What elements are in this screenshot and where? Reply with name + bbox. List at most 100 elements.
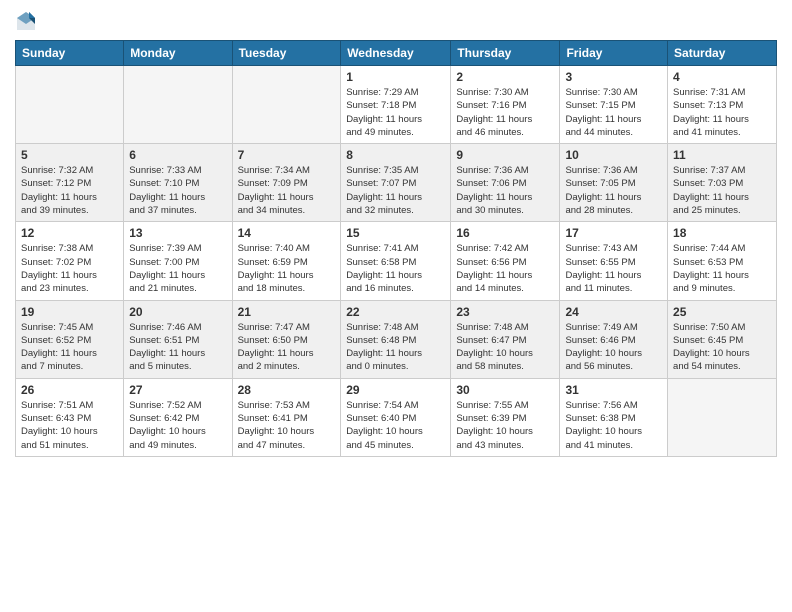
day-number: 18 (673, 226, 771, 240)
calendar-cell (124, 66, 232, 144)
day-info: Sunrise: 7:50 AMSunset: 6:45 PMDaylight:… (673, 321, 771, 374)
week-row-1: 1 Sunrise: 7:29 AMSunset: 7:18 PMDaylight… (16, 66, 777, 144)
day-number: 11 (673, 148, 771, 162)
day-number: 14 (238, 226, 336, 240)
calendar-cell: 7 Sunrise: 7:34 AMSunset: 7:09 PMDaylight… (232, 144, 341, 222)
logo-icon (15, 10, 37, 32)
day-info: Sunrise: 7:56 AMSunset: 6:38 PMDaylight:… (565, 399, 662, 452)
day-number: 30 (456, 383, 554, 397)
calendar-cell: 27 Sunrise: 7:52 AMSunset: 6:42 PMDayligh… (124, 378, 232, 456)
week-row-3: 12 Sunrise: 7:38 AMSunset: 7:02 PMDayligh… (16, 222, 777, 300)
logo (15, 10, 41, 32)
weekday-header-saturday: Saturday (668, 41, 777, 66)
day-info: Sunrise: 7:42 AMSunset: 6:56 PMDaylight:… (456, 242, 554, 295)
day-info: Sunrise: 7:55 AMSunset: 6:39 PMDaylight:… (456, 399, 554, 452)
calendar-cell: 8 Sunrise: 7:35 AMSunset: 7:07 PMDaylight… (341, 144, 451, 222)
calendar-cell: 12 Sunrise: 7:38 AMSunset: 7:02 PMDayligh… (16, 222, 124, 300)
day-number: 25 (673, 305, 771, 319)
day-info: Sunrise: 7:34 AMSunset: 7:09 PMDaylight:… (238, 164, 336, 217)
day-info: Sunrise: 7:46 AMSunset: 6:51 PMDaylight:… (129, 321, 226, 374)
day-info: Sunrise: 7:38 AMSunset: 7:02 PMDaylight:… (21, 242, 118, 295)
day-number: 19 (21, 305, 118, 319)
day-info: Sunrise: 7:54 AMSunset: 6:40 PMDaylight:… (346, 399, 445, 452)
calendar-cell: 20 Sunrise: 7:46 AMSunset: 6:51 PMDayligh… (124, 300, 232, 378)
calendar-cell: 17 Sunrise: 7:43 AMSunset: 6:55 PMDayligh… (560, 222, 668, 300)
calendar-cell: 2Sunrise: 7:30 AMSunset: 7:16 PMDaylight… (451, 66, 560, 144)
day-info: Sunrise: 7:43 AMSunset: 6:55 PMDaylight:… (565, 242, 662, 295)
calendar-cell: 21Sunrise: 7:47 AMSunset: 6:50 PMDayligh… (232, 300, 341, 378)
day-number: 9 (456, 148, 554, 162)
calendar: SundayMondayTuesdayWednesdayThursdayFrid… (15, 40, 777, 457)
day-info: Sunrise: 7:30 AMSunset: 7:15 PMDaylight:… (565, 86, 662, 139)
weekday-header-friday: Friday (560, 41, 668, 66)
calendar-cell: 9Sunrise: 7:36 AMSunset: 7:06 PMDaylight… (451, 144, 560, 222)
calendar-cell: 24 Sunrise: 7:49 AMSunset: 6:46 PMDayligh… (560, 300, 668, 378)
day-number: 10 (565, 148, 662, 162)
weekday-header-tuesday: Tuesday (232, 41, 341, 66)
calendar-cell: 5Sunrise: 7:32 AMSunset: 7:12 PMDaylight… (16, 144, 124, 222)
day-number: 15 (346, 226, 445, 240)
day-number: 20 (129, 305, 226, 319)
calendar-cell: 16 Sunrise: 7:42 AMSunset: 6:56 PMDayligh… (451, 222, 560, 300)
calendar-cell: 15Sunrise: 7:41 AMSunset: 6:58 PMDayligh… (341, 222, 451, 300)
week-row-4: 19 Sunrise: 7:45 AMSunset: 6:52 PMDayligh… (16, 300, 777, 378)
day-number: 3 (565, 70, 662, 84)
day-number: 1 (346, 70, 445, 84)
day-number: 7 (238, 148, 336, 162)
day-info: Sunrise: 7:35 AMSunset: 7:07 PMDaylight:… (346, 164, 445, 217)
calendar-cell: 19 Sunrise: 7:45 AMSunset: 6:52 PMDayligh… (16, 300, 124, 378)
calendar-cell: 22Sunrise: 7:48 AMSunset: 6:48 PMDayligh… (341, 300, 451, 378)
calendar-cell: 13Sunrise: 7:39 AMSunset: 7:00 PMDayligh… (124, 222, 232, 300)
calendar-cell: 3 Sunrise: 7:30 AMSunset: 7:15 PMDaylight… (560, 66, 668, 144)
weekday-header-wednesday: Wednesday (341, 41, 451, 66)
week-row-5: 26Sunrise: 7:51 AMSunset: 6:43 PMDayligh… (16, 378, 777, 456)
day-number: 17 (565, 226, 662, 240)
day-info: Sunrise: 7:32 AMSunset: 7:12 PMDaylight:… (21, 164, 118, 217)
day-number: 2 (456, 70, 554, 84)
calendar-cell: 31 Sunrise: 7:56 AMSunset: 6:38 PMDayligh… (560, 378, 668, 456)
page-container: SundayMondayTuesdayWednesdayThursdayFrid… (0, 0, 792, 467)
calendar-cell: 26Sunrise: 7:51 AMSunset: 6:43 PMDayligh… (16, 378, 124, 456)
calendar-cell: 11 Sunrise: 7:37 AMSunset: 7:03 PMDayligh… (668, 144, 777, 222)
day-info: Sunrise: 7:52 AMSunset: 6:42 PMDaylight:… (129, 399, 226, 452)
header (15, 10, 777, 32)
day-info: Sunrise: 7:33 AMSunset: 7:10 PMDaylight:… (129, 164, 226, 217)
calendar-cell: 4 Sunrise: 7:31 AMSunset: 7:13 PMDaylight… (668, 66, 777, 144)
calendar-cell: 28 Sunrise: 7:53 AMSunset: 6:41 PMDayligh… (232, 378, 341, 456)
day-number: 23 (456, 305, 554, 319)
day-number: 24 (565, 305, 662, 319)
calendar-cell (16, 66, 124, 144)
weekday-header-row: SundayMondayTuesdayWednesdayThursdayFrid… (16, 41, 777, 66)
calendar-cell (232, 66, 341, 144)
day-number: 29 (346, 383, 445, 397)
weekday-header-monday: Monday (124, 41, 232, 66)
calendar-cell: 10 Sunrise: 7:36 AMSunset: 7:05 PMDayligh… (560, 144, 668, 222)
day-info: Sunrise: 7:45 AMSunset: 6:52 PMDaylight:… (21, 321, 118, 374)
day-number: 21 (238, 305, 336, 319)
day-number: 27 (129, 383, 226, 397)
day-info: Sunrise: 7:40 AMSunset: 6:59 PMDaylight:… (238, 242, 336, 295)
weekday-header-sunday: Sunday (16, 41, 124, 66)
day-number: 6 (129, 148, 226, 162)
day-number: 28 (238, 383, 336, 397)
day-info: Sunrise: 7:48 AMSunset: 6:47 PMDaylight:… (456, 321, 554, 374)
calendar-cell: 23 Sunrise: 7:48 AMSunset: 6:47 PMDayligh… (451, 300, 560, 378)
day-number: 16 (456, 226, 554, 240)
day-info: Sunrise: 7:44 AMSunset: 6:53 PMDaylight:… (673, 242, 771, 295)
calendar-cell: 1 Sunrise: 7:29 AMSunset: 7:18 PMDaylight… (341, 66, 451, 144)
day-number: 8 (346, 148, 445, 162)
day-number: 12 (21, 226, 118, 240)
day-number: 31 (565, 383, 662, 397)
calendar-cell: 29 Sunrise: 7:54 AMSunset: 6:40 PMDayligh… (341, 378, 451, 456)
weekday-header-thursday: Thursday (451, 41, 560, 66)
day-info: Sunrise: 7:37 AMSunset: 7:03 PMDaylight:… (673, 164, 771, 217)
calendar-cell (668, 378, 777, 456)
day-info: Sunrise: 7:51 AMSunset: 6:43 PMDaylight:… (21, 399, 118, 452)
day-number: 13 (129, 226, 226, 240)
day-number: 4 (673, 70, 771, 84)
day-info: Sunrise: 7:36 AMSunset: 7:05 PMDaylight:… (565, 164, 662, 217)
day-info: Sunrise: 7:49 AMSunset: 6:46 PMDaylight:… (565, 321, 662, 374)
day-info: Sunrise: 7:29 AMSunset: 7:18 PMDaylight:… (346, 86, 445, 139)
day-info: Sunrise: 7:53 AMSunset: 6:41 PMDaylight:… (238, 399, 336, 452)
day-info: Sunrise: 7:31 AMSunset: 7:13 PMDaylight:… (673, 86, 771, 139)
